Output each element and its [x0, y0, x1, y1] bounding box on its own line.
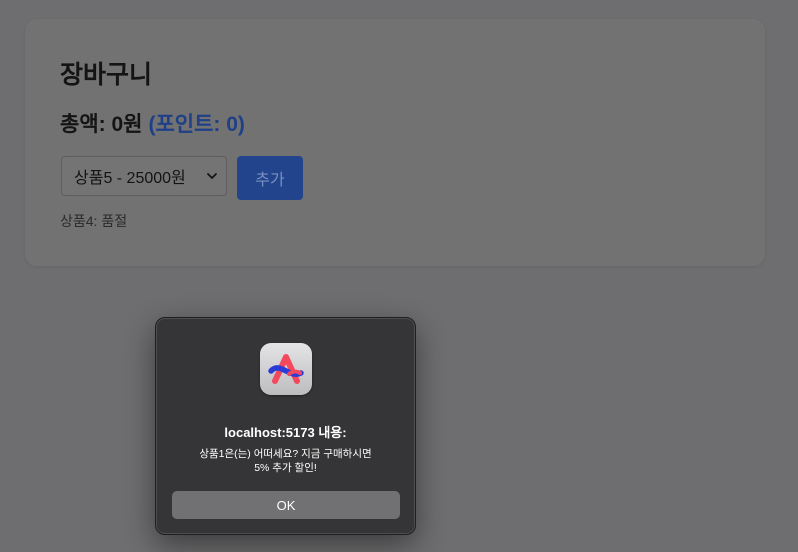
- alert-dialog: localhost:5173 내용: 상품1은(는) 어떠세요? 지금 구매하시…: [155, 317, 416, 535]
- stock-status: 상품4: 품절: [60, 213, 128, 229]
- total-amount: 총액: 0원: [60, 113, 143, 136]
- cart-card: 장바구니 총액: 0원 (포인트: 0) 상품5 - 25000원 추가 상품4:…: [25, 19, 765, 266]
- dialog-message: 상품1은(는) 어떠세요? 지금 구매하시면 5% 추가 할인!: [156, 447, 415, 475]
- dialog-title: localhost:5173 내용:: [224, 425, 347, 440]
- arc-browser-icon: [260, 343, 312, 395]
- product-select[interactable]: 상품5 - 25000원: [61, 156, 227, 196]
- points-balance: (포인트: 0): [148, 113, 245, 136]
- cart-total: 총액: 0원 (포인트: 0): [60, 108, 245, 138]
- dialog-message-line-2: 5% 추가 할인!: [254, 462, 317, 474]
- ok-button[interactable]: OK: [172, 491, 400, 519]
- cart-title: 장바구니: [60, 61, 153, 89]
- dialog-message-line-1: 상품1은(는) 어떠세요? 지금 구매하시면: [199, 448, 372, 460]
- chevron-down-icon: [207, 173, 217, 179]
- add-to-cart-button[interactable]: 추가: [237, 156, 303, 200]
- product-select-value: 상품5 - 25000원: [74, 170, 186, 187]
